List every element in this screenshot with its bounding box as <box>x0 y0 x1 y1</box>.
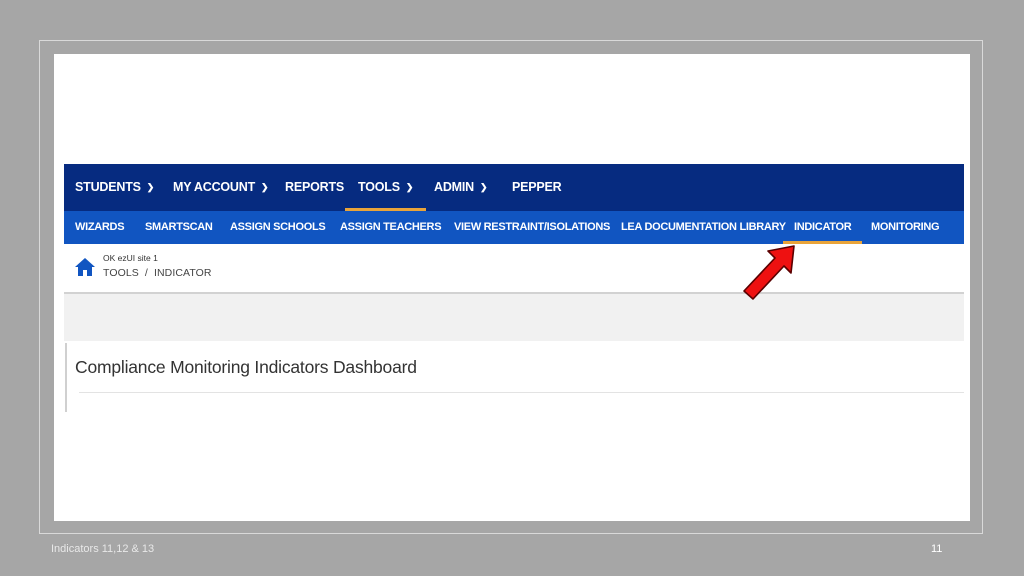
sub-nav-assign-schools[interactable]: ASSIGN SCHOOLS <box>230 211 326 244</box>
sub-nav-monitoring[interactable]: MONITORING <box>871 211 940 244</box>
breadcrumb-current-indicator: INDICATOR <box>153 267 212 279</box>
breadcrumb-separator: / <box>144 267 148 279</box>
top-nav-label: REPORTS <box>285 180 345 194</box>
sub-nav-indicator[interactable]: INDICATOR <box>782 211 863 244</box>
top-nav-label: STUDENTS <box>75 180 141 194</box>
title-divider <box>79 392 964 393</box>
home-icon[interactable] <box>74 257 96 277</box>
sub-nav-assign-teachers[interactable]: ASSIGN TEACHERS <box>340 211 442 244</box>
top-nav-admin[interactable]: ADMIN ❯ <box>434 164 488 211</box>
screenshot: STUDENTS ❯ MY ACCOUNT ❯ REPORTS TOOLS ❯ ADM… <box>54 54 970 521</box>
top-nav-label: TOOLS <box>358 180 400 194</box>
top-nav-reports[interactable]: REPORTS <box>285 164 344 211</box>
app-window: STUDENTS ❯ MY ACCOUNT ❯ REPORTS TOOLS ❯ ADM… <box>64 164 964 414</box>
top-nav-label: PEPPER <box>512 180 562 194</box>
content-divider <box>65 343 67 412</box>
top-nav-label: ADMIN <box>434 180 474 194</box>
top-nav-label: MY ACCOUNT <box>173 180 256 194</box>
sub-nav-lea-documentation-library[interactable]: LEA DOCUMENTATION LIBRARY <box>621 211 786 244</box>
slide-page-number: 11 <box>931 543 943 555</box>
top-nav-tools[interactable]: TOOLS ❯ <box>344 164 427 211</box>
chevron-down-icon: ❯ <box>261 182 269 192</box>
top-nav-my-account[interactable]: MY ACCOUNT ❯ <box>173 164 269 211</box>
breadcrumb: OK ezUI site 1 TOOLS / INDICATOR <box>64 244 964 294</box>
chevron-down-icon: ❯ <box>479 182 488 192</box>
top-nav-students[interactable]: STUDENTS ❯ <box>75 164 154 211</box>
sub-nav-wizards[interactable]: WIZARDS <box>75 211 125 244</box>
toolbar-band <box>64 294 964 341</box>
slide-footer: Indicators 11,12 & 13 <box>51 543 155 555</box>
top-nav: STUDENTS ❯ MY ACCOUNT ❯ REPORTS TOOLS ❯ ADM… <box>64 164 964 211</box>
breadcrumb-link-tools[interactable]: TOOLS <box>103 267 139 279</box>
chevron-down-icon: ❯ <box>405 182 414 192</box>
red-arrow-icon <box>743 245 795 300</box>
page-title: Compliance Monitoring Indicators Dashboa… <box>75 357 417 377</box>
breadcrumb-path: TOOLS / INDICATOR <box>103 267 212 279</box>
site-name: OK ezUI site 1 <box>103 253 158 263</box>
sub-nav: WIZARDS SMARTSCAN ASSIGN SCHOOLS ASSIGN … <box>64 211 964 244</box>
sub-nav-smartscan[interactable]: SMARTSCAN <box>145 211 213 244</box>
chevron-down-icon: ❯ <box>146 182 155 192</box>
sub-nav-view-restraint-isolations[interactable]: VIEW RESTRAINT/ISOLATIONS <box>454 211 610 244</box>
top-nav-pepper[interactable]: PEPPER <box>512 164 562 211</box>
